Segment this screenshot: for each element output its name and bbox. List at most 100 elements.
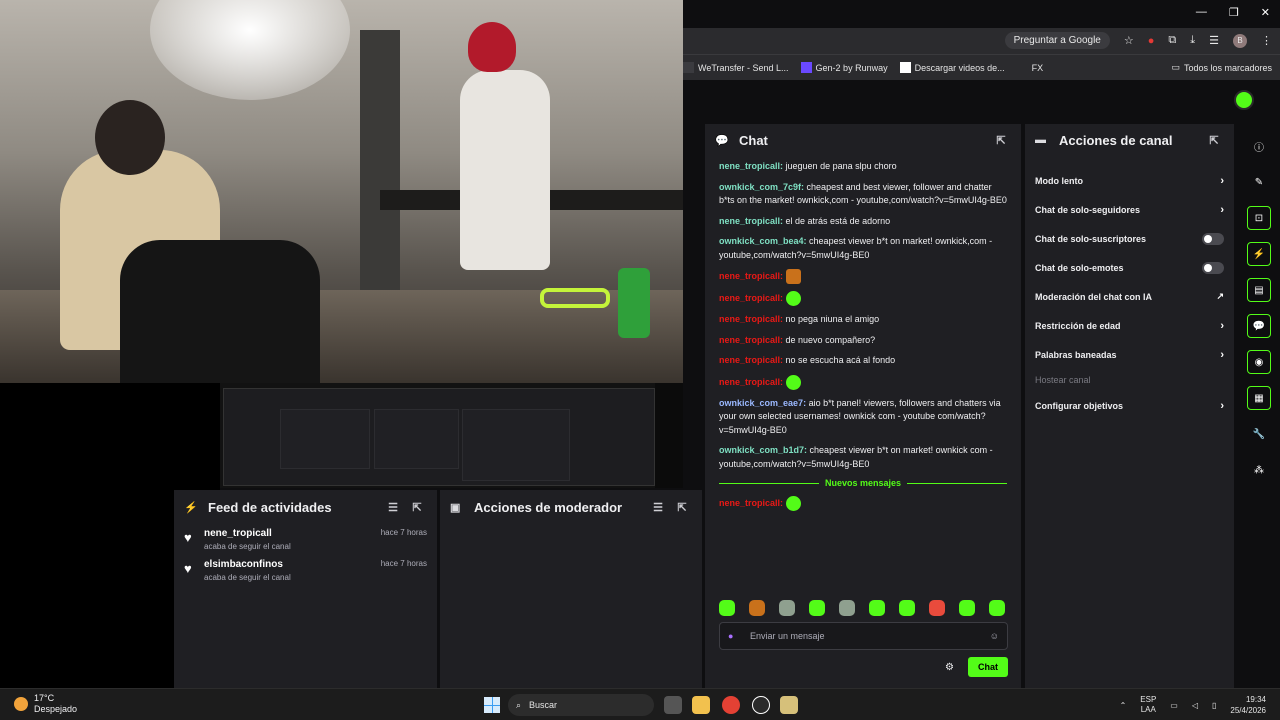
emote-icon[interactable]	[809, 600, 825, 616]
close-button[interactable]: ✕	[1261, 6, 1270, 19]
chevron-right-icon: ›	[1220, 399, 1224, 412]
extensions-icon[interactable]: ⧉	[1168, 34, 1176, 47]
emote-icon[interactable]	[959, 600, 975, 616]
minimize-button[interactable]: —	[1196, 6, 1207, 19]
chrome-icon[interactable]	[722, 696, 740, 714]
bookmark-item[interactable]: FX	[1016, 62, 1043, 73]
chat-input[interactable]: ● Enviar un mensaje ☺	[719, 622, 1008, 650]
emote-icon[interactable]	[929, 600, 945, 616]
chat-username[interactable]: nene_tropicall	[719, 376, 780, 386]
popout-icon[interactable]: ⇱	[407, 501, 427, 514]
channel-action-item[interactable]: Chat de solo-suscriptores	[1025, 224, 1234, 253]
chat-username[interactable]: nene_tropicall	[719, 216, 780, 226]
app-icon[interactable]	[780, 696, 798, 714]
feed-username[interactable]: elsimbaconfinos	[204, 559, 381, 570]
microphone-icon[interactable]: ●	[728, 631, 738, 641]
chat-username[interactable]: nene_tropicall	[719, 161, 780, 171]
windows-taskbar: 17°C Despejado ⌕ Buscar ⌃ ESP LAA ▭ ◁ ▯ …	[0, 688, 1280, 720]
chat-username[interactable]: nene_tropicall	[719, 314, 780, 324]
extension-record-icon[interactable]: ●	[1148, 35, 1155, 47]
chat-text: el de atrás está de adorno	[785, 215, 891, 226]
bookmark-item[interactable]: Descargar videos de...	[899, 62, 1005, 73]
search-icon: ⌕	[516, 699, 522, 710]
popout-icon[interactable]: ⇱	[1204, 134, 1224, 147]
emoji-icon[interactable]: ☺	[990, 631, 999, 641]
emote-icon[interactable]	[839, 600, 855, 616]
chat-text: no se escucha acá al fondo	[785, 355, 896, 365]
maximize-button[interactable]: ❐	[1229, 6, 1239, 19]
bookmark-favicon-icon	[683, 62, 694, 73]
chat-send-button[interactable]: Chat	[968, 657, 1008, 677]
chat-title: Chat	[739, 132, 768, 148]
obs-icon[interactable]	[752, 696, 770, 714]
emote-icon[interactable]	[779, 600, 795, 616]
emote-icon[interactable]	[719, 600, 735, 616]
profile-avatar[interactable]: B	[1233, 33, 1247, 48]
chat-bubble-icon: 💬	[715, 134, 729, 147]
channel-action-item[interactable]: Palabras baneadas ›	[1025, 340, 1234, 369]
clock[interactable]: 19:34 25/4/2026	[1230, 694, 1266, 716]
channel-action-item[interactable]: Chat de solo-emotes	[1025, 253, 1234, 282]
volume-icon[interactable]: ◁	[1192, 701, 1198, 710]
edit-icon[interactable]: ✎	[1247, 170, 1271, 194]
chat-username[interactable]: nene_tropicall	[719, 335, 780, 345]
user-avatar[interactable]	[1234, 90, 1254, 110]
chat-username[interactable]: ownkick_com_7c9f	[719, 182, 801, 192]
ask-google-button[interactable]: Preguntar a Google	[1004, 32, 1110, 49]
download-icon[interactable]: ⤓	[1190, 34, 1195, 47]
playlist-icon[interactable]: ☰	[1209, 34, 1219, 47]
popout-icon[interactable]: ⇱	[991, 134, 1011, 147]
toggle-switch[interactable]	[1202, 232, 1224, 245]
chat-username[interactable]: ownkick_com_bea4	[719, 236, 804, 246]
all-bookmarks[interactable]: ▭ Todos los marcadores	[1171, 62, 1272, 73]
bookmark-item[interactable]: Gen-2 by Runway	[800, 62, 888, 73]
bookmark-favicon-icon	[1016, 62, 1028, 73]
emote-icon[interactable]	[869, 600, 885, 616]
layout-icon[interactable]: ▦	[1247, 386, 1271, 410]
task-view-icon[interactable]	[664, 696, 682, 714]
gear-icon[interactable]: ⚙	[945, 662, 954, 673]
chevron-up-icon[interactable]: ⌃	[1120, 701, 1127, 710]
emote-icon[interactable]	[899, 600, 915, 616]
channel-action-item[interactable]: Restricción de edad ›	[1025, 311, 1234, 340]
file-explorer-icon[interactable]	[692, 696, 710, 714]
start-button[interactable]	[484, 697, 500, 713]
lightning-icon[interactable]: ⚡	[1247, 242, 1271, 266]
chat-username[interactable]: nene_tropicall	[719, 498, 780, 508]
chat-message: nene_tropicall:	[719, 496, 1007, 511]
document-icon[interactable]: ▤	[1247, 278, 1271, 302]
chat-bubble-icon[interactable]: 💬	[1247, 314, 1271, 338]
chat-username[interactable]: ownkick_com_eae7	[719, 398, 803, 408]
channel-action-item[interactable]: Chat de solo-seguidores ›	[1025, 195, 1234, 224]
filter-icon[interactable]: ☰	[648, 501, 668, 514]
popout-icon[interactable]: ⇱	[672, 501, 692, 514]
emote-icon[interactable]	[749, 600, 765, 616]
feed-username[interactable]: nene_tropicall	[204, 528, 381, 539]
info-icon[interactable]: ⓘ	[1247, 134, 1271, 158]
channel-action-item[interactable]: Moderación del chat con IA ↗	[1025, 282, 1234, 311]
screenshot-icon[interactable]: ⊡	[1247, 206, 1271, 230]
taskbar-search[interactable]: ⌕ Buscar	[508, 694, 654, 716]
chat-username[interactable]: nene_tropicall	[719, 293, 780, 303]
lightning-icon: ⚡	[184, 501, 198, 514]
filter-icon[interactable]: ☰	[383, 501, 403, 514]
chat-message-list: nene_tropicall: jueguen de pana slpu cho…	[705, 156, 1021, 511]
broadcast-icon[interactable]: ◉	[1247, 350, 1271, 374]
toggle-switch[interactable]	[1202, 261, 1224, 274]
nodes-icon[interactable]: ⁂	[1247, 458, 1271, 482]
language-indicator[interactable]: ESP LAA	[1140, 695, 1156, 715]
chat-username[interactable]: nene_tropicall	[719, 355, 780, 365]
weather-widget[interactable]: 17°C Despejado	[14, 693, 77, 715]
channel-action-item[interactable]: Configurar objetivos ›	[1025, 391, 1234, 420]
wrench-icon[interactable]: 🔧	[1247, 422, 1271, 446]
chat-username[interactable]: ownkick_com_b1d7	[719, 445, 804, 455]
battery-icon[interactable]: ▯	[1212, 701, 1216, 710]
network-icon[interactable]: ▭	[1170, 701, 1178, 710]
menu-kebab-icon[interactable]: ⋮	[1261, 34, 1272, 47]
bookmark-item[interactable]: WeTransfer - Send L...	[683, 62, 789, 73]
emote-icon	[785, 496, 801, 511]
chat-username[interactable]: nene_tropicall	[719, 271, 780, 281]
channel-action-item[interactable]: Modo lento ›	[1025, 166, 1234, 195]
star-icon[interactable]: ☆	[1124, 34, 1134, 47]
emote-icon[interactable]	[989, 600, 1005, 616]
